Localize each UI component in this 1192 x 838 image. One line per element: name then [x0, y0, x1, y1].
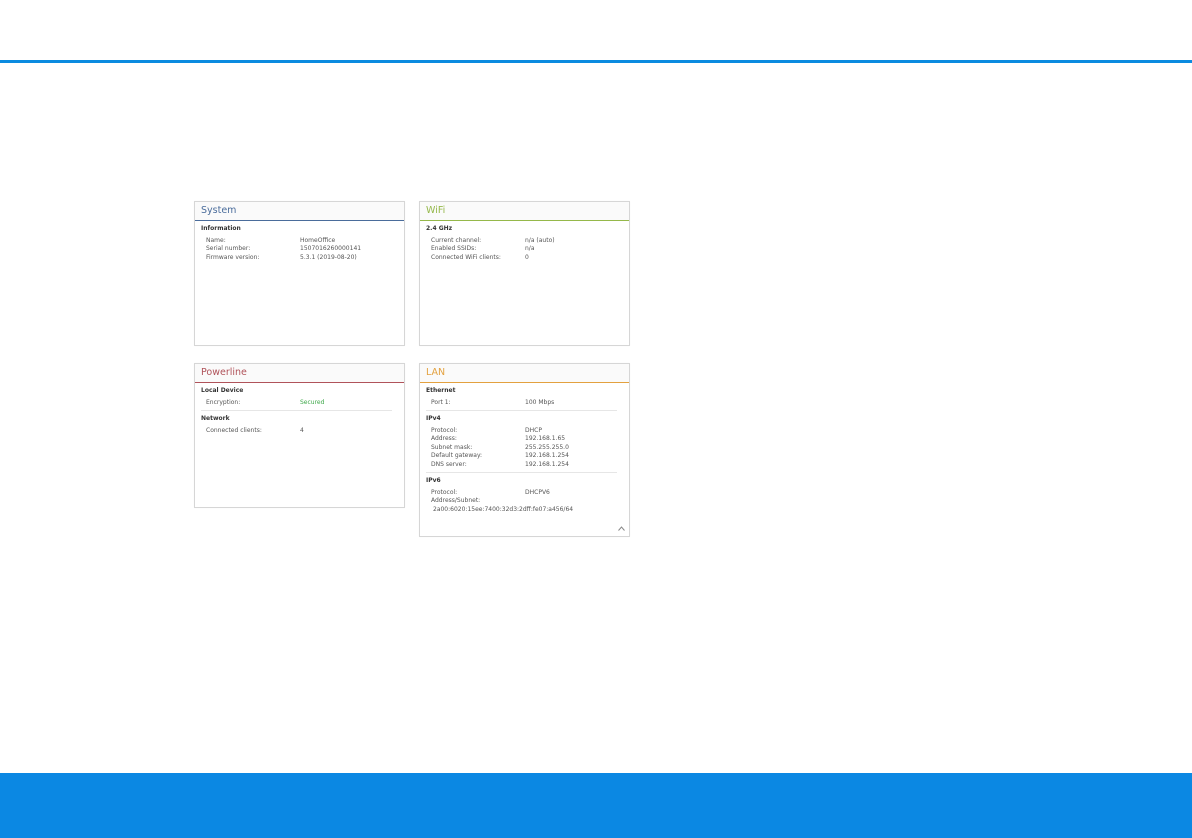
- current-channel-label: Current channel:: [431, 236, 482, 244]
- ipv4-section-title: IPv4: [426, 415, 441, 422]
- ipv4-row-subnet: Subnet mask: 255.255.255.0: [426, 444, 623, 453]
- network-section-title: Network: [201, 415, 230, 422]
- ethernet-section-title: Ethernet: [426, 387, 456, 394]
- wifi-row-ssids: Enabled SSIDs: n/a: [426, 245, 623, 254]
- ipv6-protocol-value: DHCPV6: [525, 488, 550, 496]
- dns-server-label: DNS server:: [431, 460, 467, 468]
- section-divider: [426, 472, 617, 473]
- powerline-panel: Powerline Local Device Encryption: Secur…: [194, 363, 405, 508]
- connected-clients-label: Connected clients:: [206, 426, 262, 434]
- system-panel-title: System: [195, 202, 404, 221]
- firmware-version-value: 5.3.1 (2019-08-20): [300, 253, 357, 261]
- ipv4-row-gateway: Default gateway: 192.168.1.254: [426, 452, 623, 461]
- connected-clients-value: 4: [300, 426, 304, 434]
- enabled-ssids-label: Enabled SSIDs:: [431, 245, 477, 252]
- name-label: Name:: [206, 236, 226, 244]
- firmware-version-label: Firmware version:: [206, 253, 260, 261]
- ipv4-row-dns: DNS server: 192.168.1.254: [426, 461, 623, 470]
- ipv6-section-title: IPv6: [426, 477, 441, 484]
- current-channel-value: n/a (auto): [525, 236, 555, 244]
- port-1-label: Port 1:: [431, 398, 451, 406]
- ipv4-row-address: Address: 192.168.1.65: [426, 435, 623, 444]
- ipv4-protocol-value: DHCP: [525, 426, 542, 434]
- information-section-title: Information: [201, 225, 241, 232]
- section-divider: [201, 410, 392, 411]
- section-divider: [426, 410, 617, 411]
- ipv4-address-label: Address:: [431, 435, 457, 442]
- ipv6-row-protocol: Protocol: DHCPV6: [426, 489, 623, 498]
- band-section-title: 2.4 GHz: [426, 225, 453, 232]
- name-value: HomeOffice: [300, 236, 336, 244]
- ipv4-protocol-label: Protocol:: [431, 426, 458, 434]
- serial-number-value: 1507016260000141: [300, 245, 362, 252]
- encryption-status: Secured: [300, 398, 325, 406]
- system-panel: System Information Name: HomeOffice Seri…: [194, 201, 405, 346]
- footer-bar: [0, 773, 1192, 838]
- dns-server-value: 192.168.1.254: [525, 460, 569, 468]
- lan-panel: LAN Ethernet Port 1: 100 Mbps IPv4 Proto…: [419, 363, 630, 537]
- encryption-label: Encryption:: [206, 398, 241, 406]
- powerline-row-clients: Connected clients: 4: [201, 427, 398, 436]
- powerline-panel-title: Powerline: [195, 364, 404, 383]
- lan-panel-title: LAN: [420, 364, 629, 383]
- ipv6-row-address: Address/Subnet:: [426, 497, 623, 506]
- chevron-up-icon[interactable]: [618, 526, 625, 533]
- ipv6-address-label: Address/Subnet:: [431, 497, 481, 504]
- system-row-firmware: Firmware version: 5.3.1 (2019-08-20): [201, 254, 398, 263]
- wifi-clients-label: Connected WiFi clients:: [431, 253, 501, 261]
- header-divider: [0, 60, 1192, 63]
- default-gateway-value: 192.168.1.254: [525, 452, 569, 459]
- port-1-value: 100 Mbps: [525, 398, 555, 406]
- wifi-panel-title: WiFi: [420, 202, 629, 221]
- ipv4-address-value: 192.168.1.65: [525, 435, 566, 442]
- ipv4-row-protocol: Protocol: DHCP: [426, 427, 623, 436]
- ipv6-address-value: 2a00:6020:15ee:7400:32d3:2dff:fe07:a456/…: [433, 505, 574, 513]
- wifi-panel: WiFi 2.4 GHz Current channel: n/a (auto)…: [419, 201, 630, 346]
- serial-number-label: Serial number:: [206, 245, 251, 252]
- local-device-section-title: Local Device: [201, 387, 244, 394]
- enabled-ssids-value: n/a: [525, 245, 535, 252]
- default-gateway-label: Default gateway:: [431, 452, 483, 459]
- system-row-serial: Serial number: 1507016260000141: [201, 245, 398, 254]
- wifi-clients-value: 0: [525, 253, 529, 261]
- lan-row-port1: Port 1: 100 Mbps: [426, 399, 623, 408]
- subnet-mask-value: 255.255.255.0: [525, 443, 569, 451]
- wifi-row-clients: Connected WiFi clients: 0: [426, 254, 623, 263]
- ipv6-protocol-label: Protocol:: [431, 488, 458, 496]
- subnet-mask-label: Subnet mask:: [431, 443, 473, 451]
- system-row-name: Name: HomeOffice: [201, 237, 398, 246]
- wifi-row-channel: Current channel: n/a (auto): [426, 237, 623, 246]
- powerline-row-encryption: Encryption: Secured: [201, 399, 398, 408]
